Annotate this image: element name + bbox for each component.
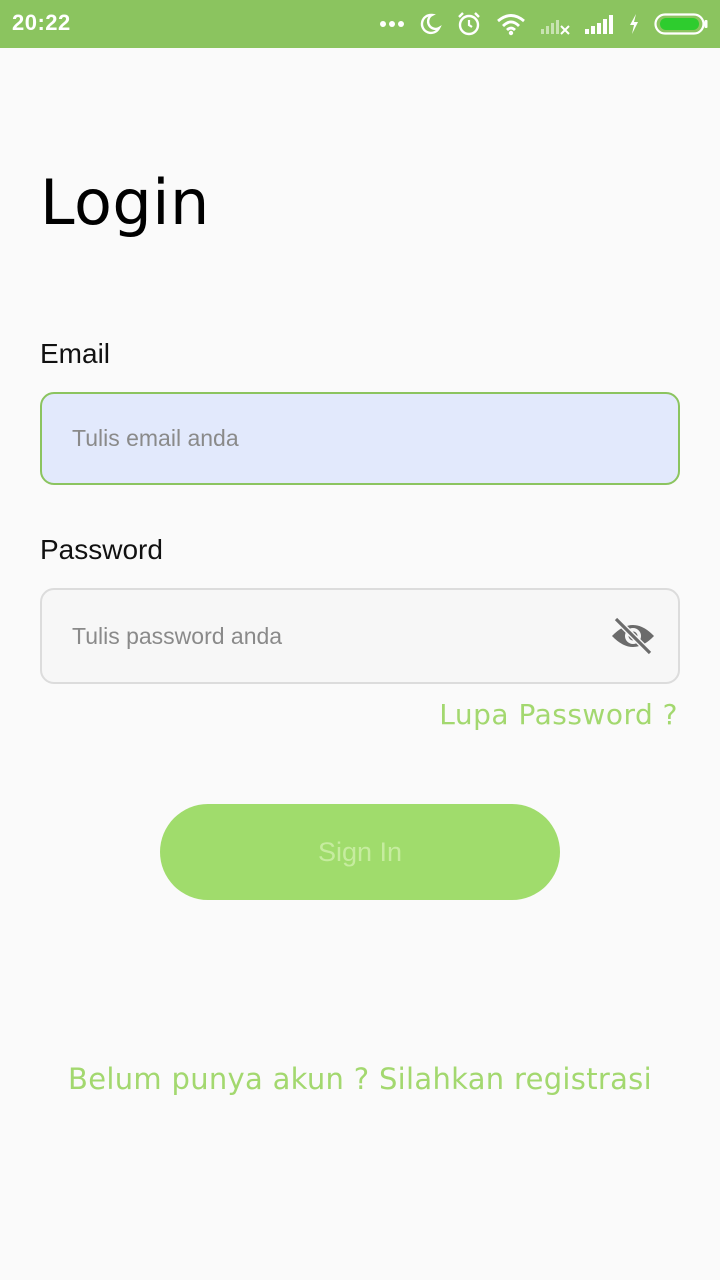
battery-icon	[654, 13, 708, 35]
password-label: Password	[40, 534, 163, 565]
sign-in-button[interactable]: Sign In	[160, 804, 560, 900]
status-icons	[380, 10, 708, 38]
status-bar: 20:22	[0, 0, 720, 48]
email-field[interactable]	[40, 392, 680, 485]
forgot-password-link[interactable]: Lupa Password ?	[439, 698, 678, 731]
signal-icon	[585, 15, 613, 34]
email-input[interactable]	[72, 425, 656, 452]
signal-no-service-icon	[541, 20, 570, 35]
wifi-icon	[497, 14, 525, 36]
eye-off-icon	[612, 616, 654, 656]
password-visibility-toggle[interactable]	[610, 613, 656, 659]
page-title: Login	[40, 166, 210, 239]
charging-icon	[630, 14, 638, 34]
password-field[interactable]	[40, 588, 680, 684]
moon-icon	[420, 13, 442, 35]
alarm-icon	[458, 12, 480, 36]
email-label: Email	[40, 338, 111, 369]
register-link[interactable]: Belum punya akun ? Silahkan registrasi	[0, 1062, 720, 1096]
status-time: 20:22	[12, 10, 71, 35]
more-dots-icon	[380, 21, 404, 27]
password-input[interactable]	[72, 622, 610, 650]
